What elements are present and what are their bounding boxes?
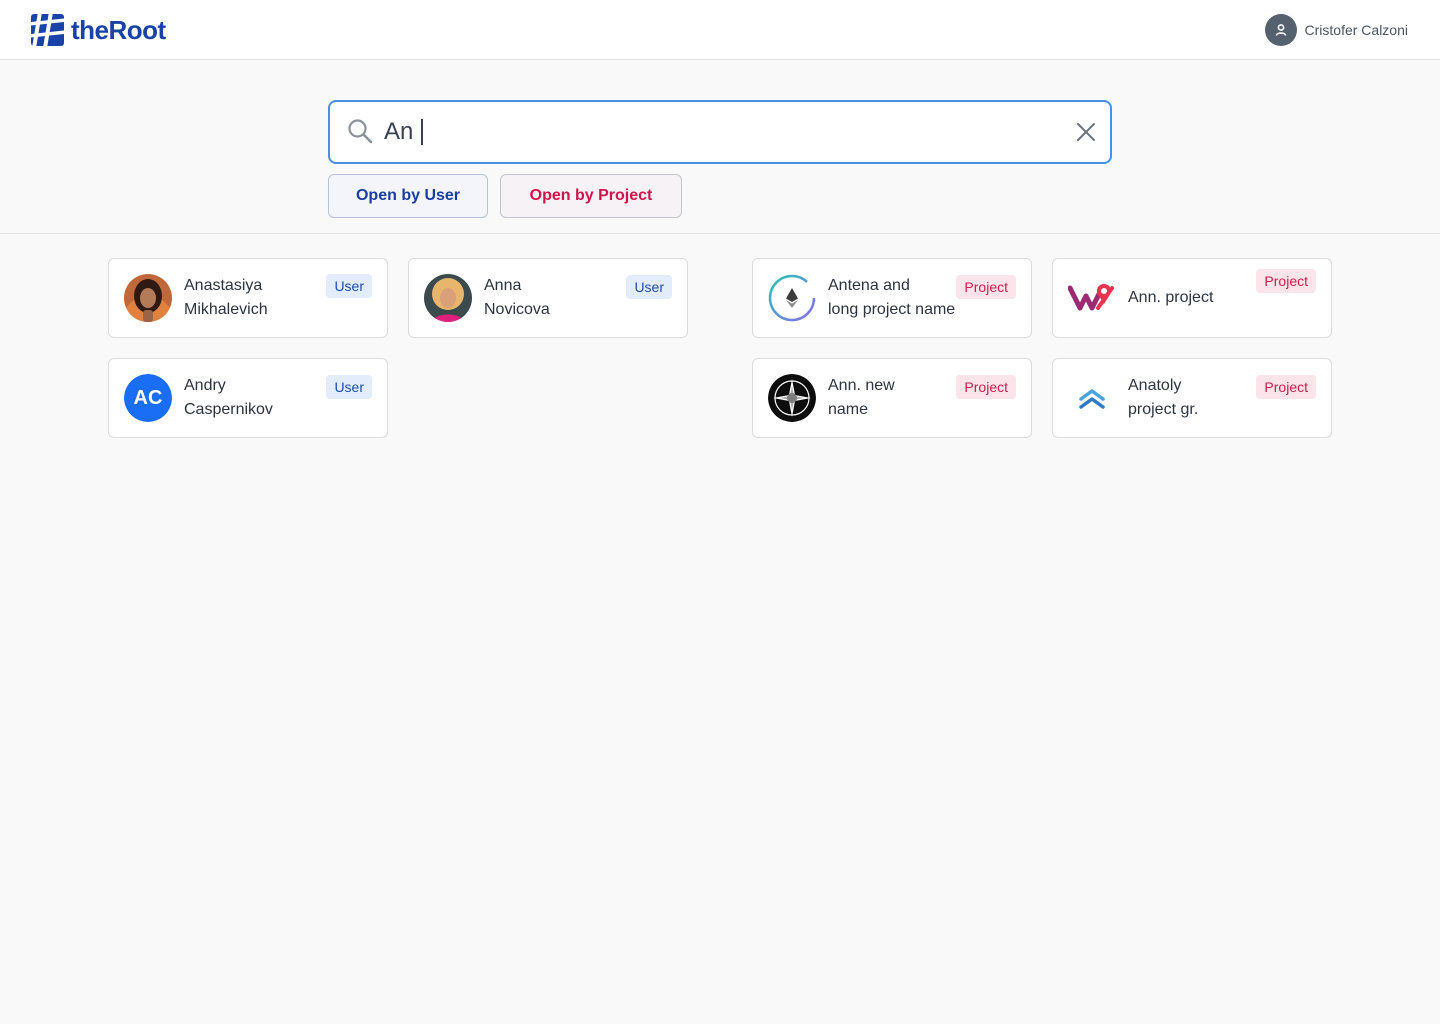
user-icon	[1275, 24, 1286, 36]
search-icon	[348, 119, 373, 144]
compass-icon	[768, 374, 816, 422]
person-photo-icon	[124, 274, 172, 322]
result-card-user[interactable]: Anna Novicova User	[408, 258, 688, 338]
w-pin-logo-icon	[1068, 284, 1114, 311]
avatar: AC	[124, 374, 172, 422]
ethereum-ring-icon	[768, 274, 816, 322]
avatar[interactable]	[1264, 14, 1297, 46]
brand-name: theRoot	[71, 15, 166, 45]
text-caret	[421, 119, 423, 145]
project-badge: Project	[956, 375, 1016, 399]
avatar	[124, 274, 172, 322]
search-box[interactable]	[328, 100, 1112, 164]
result-card-project[interactable]: Anatoly project gr. Project	[1052, 358, 1332, 438]
result-card-user[interactable]: AC Andry Caspernikov User	[108, 358, 388, 438]
project-logo	[1068, 274, 1116, 322]
open-by-user-button[interactable]: Open by User	[328, 174, 488, 218]
project-name: Ann. new name	[828, 377, 895, 418]
initials-avatar: AC	[124, 374, 172, 422]
user-name: Anastasiya Mikhalevich	[184, 277, 268, 318]
brand-logo[interactable]: theRoot	[31, 14, 166, 46]
account-menu[interactable]: Cristofer Calzoni	[1264, 14, 1408, 46]
result-card-project[interactable]: Antena and long project name Project	[752, 258, 1032, 338]
user-badge: User	[626, 275, 672, 299]
user-name: Anna Novicova	[484, 277, 550, 318]
user-name: Andry Caspernikov	[184, 377, 273, 418]
result-card-project[interactable]: Ann. project Project	[1052, 258, 1332, 338]
open-by-project-button[interactable]: Open by Project	[500, 174, 682, 218]
project-badge: Project	[1256, 375, 1316, 399]
search-input[interactable]	[384, 114, 1044, 150]
user-badge: User	[326, 375, 372, 399]
double-chevron-up-icon	[1079, 389, 1105, 409]
close-icon[interactable]	[1074, 120, 1098, 144]
project-logo	[768, 374, 816, 422]
project-logo	[1068, 374, 1116, 422]
project-badge: Project	[1256, 269, 1316, 293]
project-badge: Project	[956, 275, 1016, 299]
avatar	[424, 274, 472, 322]
result-card-project[interactable]: Ann. new name Project	[752, 358, 1032, 438]
top-bar: theRoot Cristofer Calzoni	[0, 0, 1440, 60]
result-card-user[interactable]: Anastasiya Mikhalevich User	[108, 258, 388, 338]
brand-mark-icon	[31, 14, 64, 46]
project-name: Anatoly project gr.	[1128, 377, 1199, 418]
user-badge: User	[326, 274, 372, 298]
search-section: Open by User Open by Project	[0, 61, 1440, 234]
account-name: Cristofer Calzoni	[1304, 22, 1408, 38]
person-photo-icon	[424, 274, 472, 322]
project-logo	[768, 274, 816, 322]
